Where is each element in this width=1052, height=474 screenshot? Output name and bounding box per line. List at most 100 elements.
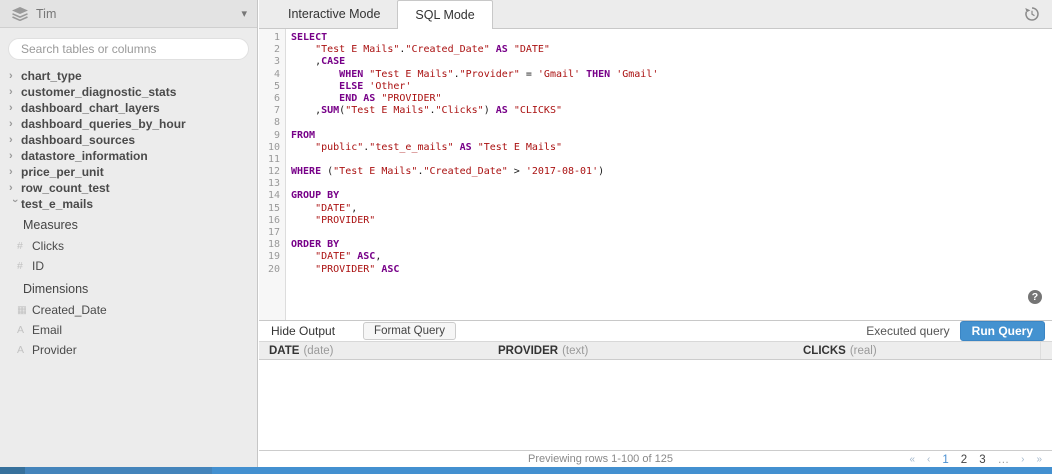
sql-string: "Test E Mails"	[478, 142, 562, 153]
search-input[interactable]	[8, 38, 249, 60]
line-number: 16	[259, 215, 280, 227]
layers-icon	[12, 7, 28, 21]
code-line: ELSE 'Other'	[291, 81, 658, 93]
field-item-clicks[interactable]: #Clicks	[0, 236, 257, 256]
calendar-icon: ▦	[17, 304, 32, 316]
hide-output-button[interactable]: Hide Output	[271, 324, 335, 338]
sql-string: "PROVIDER"	[315, 215, 375, 226]
prev-page-button[interactable]: ‹	[927, 454, 930, 465]
sql-string: "Created_Date"	[423, 166, 507, 177]
help-icon[interactable]: ?	[1028, 290, 1042, 304]
sql-keyword: CASE	[321, 56, 345, 67]
column-type: (text)	[562, 345, 588, 357]
executed-query-label: Executed query	[866, 324, 949, 338]
field-item-id[interactable]: #ID	[0, 256, 257, 276]
field-item-email[interactable]: AEmail	[0, 320, 257, 340]
text-icon: A	[17, 324, 32, 336]
table-name: price_per_unit	[21, 165, 104, 179]
sql-keyword: SELECT	[291, 32, 327, 43]
column-name: PROVIDER	[498, 345, 558, 357]
sql-string: "Test E Mails"	[333, 166, 417, 177]
code-line: "Test E Mails"."Created_Date" AS "DATE"	[291, 44, 658, 56]
section-measures: Measures	[0, 217, 257, 233]
sql-editor[interactable]: 1234567891011121314151617181920 SELECT "…	[259, 29, 1052, 320]
table-item-datastore_information[interactable]: ›datastore_information	[0, 148, 257, 164]
main-panel: Interactive ModeSQL Mode 123456789101112…	[259, 0, 1052, 467]
table-item-price_per_unit[interactable]: ›price_per_unit	[0, 164, 257, 180]
page-1-button[interactable]: 1	[942, 454, 948, 466]
sql-keyword: ASC	[357, 251, 375, 262]
workspace-name: Tim	[36, 7, 56, 21]
header-spacer	[1040, 342, 1052, 359]
sql-string: "Clicks"	[436, 105, 484, 116]
field-item-created_date[interactable]: ▦Created_Date	[0, 300, 257, 320]
field-name: Created_Date	[32, 303, 107, 317]
sql-string: 'Gmail'	[538, 69, 580, 80]
line-number: 2	[259, 44, 280, 56]
sql-keyword: ASC	[381, 264, 399, 275]
column-name: CLICKS	[803, 345, 846, 357]
sql-string: "test_e_mails"	[369, 142, 453, 153]
page-2-button[interactable]: 2	[961, 454, 967, 466]
first-page-button[interactable]: «	[909, 454, 915, 465]
workspace-selector[interactable]: Tim ▾	[0, 0, 257, 28]
sql-keyword: WHERE	[291, 166, 321, 177]
results-footer: Previewing rows 1-100 of 125 «‹123…›»	[259, 450, 1052, 467]
field-name: ID	[32, 259, 44, 273]
table-item-dashboard_chart_layers[interactable]: ›dashboard_chart_layers	[0, 100, 257, 116]
code-line: ,CASE	[291, 56, 658, 68]
field-name: Provider	[32, 343, 77, 357]
sql-text: )	[598, 166, 604, 177]
number-icon: #	[17, 240, 32, 252]
line-number: 3	[259, 56, 280, 68]
sql-keyword: AS	[496, 44, 508, 55]
tab-interactive-mode[interactable]: Interactive Mode	[271, 0, 397, 28]
table-name: test_e_mails	[21, 197, 93, 211]
code-line: "PROVIDER"	[291, 215, 658, 227]
sql-string: "Test E Mails"	[345, 105, 429, 116]
page-3-button[interactable]: 3	[979, 454, 985, 466]
code-line: ORDER BY	[291, 239, 658, 251]
sql-text: ,	[291, 105, 321, 116]
code-line	[291, 117, 658, 129]
bottom-divider-bar[interactable]	[0, 467, 1052, 474]
history-icon[interactable]	[1024, 6, 1040, 22]
code-line: ,SUM("Test E Mails"."Clicks") AS "CLICKS…	[291, 105, 658, 117]
chevron-right-icon: ›	[9, 71, 21, 82]
table-item-dashboard_sources[interactable]: ›dashboard_sources	[0, 132, 257, 148]
sql-text: =	[520, 69, 538, 80]
next-page-button[interactable]: ›	[1021, 454, 1024, 465]
tab-sql-mode[interactable]: SQL Mode	[397, 0, 492, 29]
sql-text: ,	[351, 203, 357, 214]
table-item-customer_diagnostic_stats[interactable]: ›customer_diagnostic_stats	[0, 84, 257, 100]
sql-text	[291, 251, 315, 262]
code-line: "DATE",	[291, 203, 658, 215]
table-item-test_e_mails[interactable]: ›test_e_mails	[0, 196, 257, 212]
line-number: 18	[259, 239, 280, 251]
field-name: Email	[32, 323, 62, 337]
table-name: dashboard_chart_layers	[21, 101, 160, 115]
field-item-provider[interactable]: AProvider	[0, 340, 257, 360]
chevron-right-icon: ›	[9, 103, 21, 114]
code-line: WHEN "Test E Mails"."Provider" = 'Gmail'…	[291, 69, 658, 81]
table-item-dashboard_queries_by_hour[interactable]: ›dashboard_queries_by_hour	[0, 116, 257, 132]
table-item-chart_type[interactable]: ›chart_type	[0, 68, 257, 84]
format-query-button[interactable]: Format Query	[363, 322, 456, 340]
sql-keyword: FROM	[291, 130, 315, 141]
line-number: 1	[259, 32, 280, 44]
table-item-row_count_test[interactable]: ›row_count_test	[0, 180, 257, 196]
last-page-button[interactable]: »	[1036, 454, 1042, 465]
code-line	[291, 178, 658, 190]
sql-keyword: WHEN	[339, 69, 363, 80]
sql-text	[291, 44, 315, 55]
code-line: "public"."test_e_mails" AS "Test E Mails…	[291, 142, 658, 154]
sql-text	[291, 142, 315, 153]
sql-text: >	[508, 166, 526, 177]
run-query-button[interactable]: Run Query	[960, 321, 1045, 341]
line-number: 5	[259, 81, 280, 93]
results-header-row: DATE(date)PROVIDER(text)CLICKS(real)	[259, 341, 1052, 360]
code-line	[291, 154, 658, 166]
sql-string: "CLICKS"	[514, 105, 562, 116]
line-number: 11	[259, 154, 280, 166]
sql-keyword: ELSE	[339, 81, 363, 92]
